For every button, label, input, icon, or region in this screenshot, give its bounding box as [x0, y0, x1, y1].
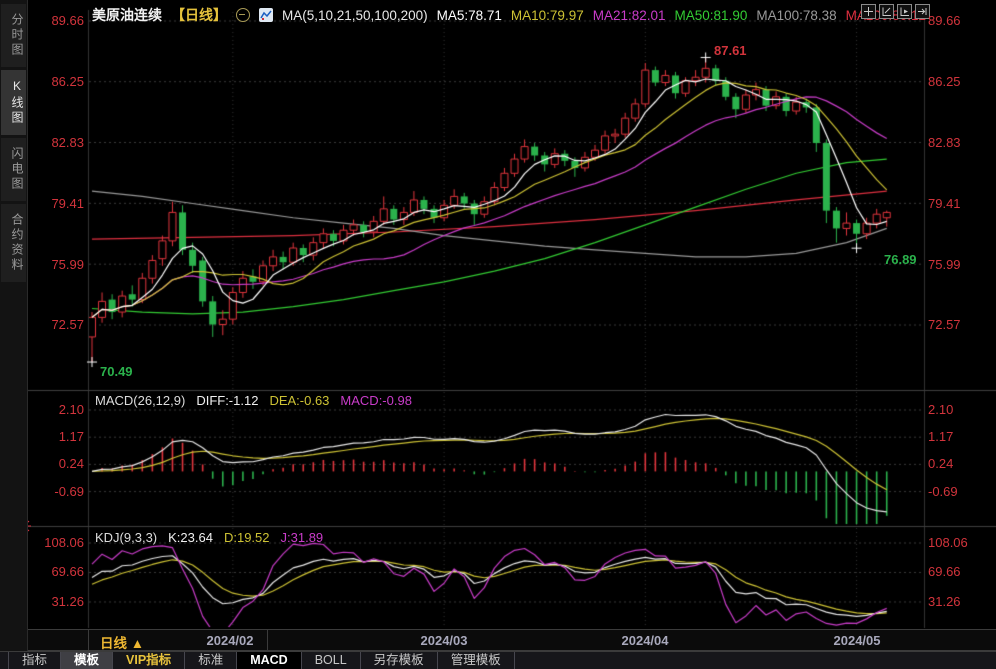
macd-axis-label: -0.69: [54, 484, 84, 499]
macd-value: MACD:-0.98: [340, 393, 412, 408]
tab-macd[interactable]: MACD: [237, 652, 302, 669]
price-axis-label: 75.99: [928, 257, 961, 272]
period-selector-label: 日线: [100, 636, 127, 651]
kdj-d-value: D:19.52: [223, 530, 270, 545]
macd-legend: MACD(26,12,9) DIFF:-1.12 DEA:-0.63 MACD:…: [95, 393, 412, 408]
ma-settings-label: MA(5,10,21,50,100,200): [282, 7, 428, 23]
price-axis-label: 72.57: [51, 317, 84, 332]
macd-axis-label: 2.10: [928, 402, 954, 417]
tab-boll[interactable]: BOLL: [302, 652, 361, 669]
low-price-label: 70.49: [100, 364, 133, 379]
kdj-axis-label: 69.66: [51, 564, 84, 579]
chart-toolbar: [861, 4, 930, 19]
tab-vip-indicators[interactable]: VIP指标: [113, 652, 186, 669]
chart-type-icon[interactable]: [259, 8, 273, 22]
macd-axis-label: 2.10: [58, 402, 84, 417]
price-axis-label: 82.83: [51, 135, 84, 150]
ma50-value: MA50:81.90: [674, 7, 748, 23]
tab-standard[interactable]: 标准: [185, 652, 238, 669]
symbol-name: 美原油连续: [92, 7, 162, 23]
macd-dea-value: DEA:-0.63: [269, 393, 330, 408]
period-tag: 【日线】: [171, 7, 227, 23]
axis-separator: [88, 630, 89, 650]
sidebar-item-lightning[interactable]: 闪电图: [1, 138, 26, 201]
price-axis-label: 75.99: [51, 257, 84, 272]
kline-chart-canvas[interactable]: [0, 0, 996, 669]
kdj-axis-label: 69.66: [928, 564, 961, 579]
kdj-axis-label: 31.26: [51, 594, 84, 609]
price-axis-label: 86.25: [51, 74, 84, 89]
collapse-icon[interactable]: [236, 8, 250, 22]
tab-indicators[interactable]: 指标: [8, 652, 62, 669]
price-axis-label: 72.57: [928, 317, 961, 332]
triangle-up-icon: ▲: [130, 636, 145, 651]
axis-separator: [267, 630, 268, 650]
kdj-axis-label: 108.06: [44, 535, 84, 550]
futures-charting-app: 分时图 K线图 闪电图 合约资料 美原油连续 【日线】 MA(5,10,21,5…: [0, 0, 996, 669]
ma10-value: MA10:79.97: [510, 7, 584, 23]
sidebar-item-contract-info[interactable]: 合约资料: [1, 204, 26, 282]
price-axis-label: 86.25: [928, 74, 961, 89]
macd-axis-label: 1.17: [928, 429, 954, 444]
chart-header: 美原油连续 【日线】 MA(5,10,21,50,100,200) MA5:78…: [92, 5, 926, 25]
price-axis-label: 79.41: [51, 196, 84, 211]
price-axis-label: 89.66: [928, 13, 961, 28]
chart-mode-sidebar: 分时图 K线图 闪电图 合约资料: [0, 0, 28, 651]
month-tick-label: 2024/02: [206, 633, 254, 648]
time-axis-strip: 日线 ▲ 2024/02 2024/03 2024/04 2024/05: [28, 629, 996, 651]
tab-save-template[interactable]: 另存模板: [361, 652, 438, 669]
price-axis-label: 89.66: [51, 13, 84, 28]
period-selector[interactable]: 日线 ▲: [100, 632, 144, 652]
tab-templates[interactable]: 模板: [61, 652, 114, 669]
ma21-value: MA21:82.01: [592, 7, 666, 23]
sidebar-item-timeshare[interactable]: 分时图: [1, 4, 26, 67]
kdj-legend: KDJ(9,3,3) K:23.64 D:19.52 J:31.89: [95, 530, 323, 545]
axis-scale-icon[interactable]: [879, 4, 894, 19]
kdj-j-value: J:31.89: [280, 530, 324, 545]
month-tick-label: 2024/03: [420, 633, 468, 648]
ma5-value: MA5:78.71: [436, 7, 502, 23]
kdj-axis-label: 108.06: [928, 535, 968, 550]
price-axis-label: 79.41: [928, 196, 961, 211]
macd-axis-label: 1.17: [58, 429, 84, 444]
kdj-title: KDJ(9,3,3): [95, 530, 158, 545]
macd-axis-label: -0.69: [928, 484, 958, 499]
indicator-tab-bar: 指标 模板 VIP指标 标准 MACD BOLL 另存模板 管理模板: [0, 651, 996, 669]
macd-title: MACD(26,12,9): [95, 393, 186, 408]
playback-icon[interactable]: [897, 4, 912, 19]
price-axis-label: 82.83: [928, 135, 961, 150]
sidebar-item-kline[interactable]: K线图: [1, 70, 26, 135]
kdj-axis-label: 31.26: [928, 594, 961, 609]
tab-manage-templates[interactable]: 管理模板: [438, 652, 515, 669]
recent-low-price-label: 76.89: [884, 252, 917, 267]
month-tick-label: 2024/04: [621, 633, 669, 648]
macd-axis-label: 0.24: [58, 456, 84, 471]
macd-axis-label: 0.24: [928, 456, 954, 471]
macd-diff-value: DIFF:-1.12: [196, 393, 259, 408]
month-tick-label: 2024/05: [833, 633, 881, 648]
high-price-label: 87.61: [714, 43, 747, 58]
ma100-value: MA100:78.38: [756, 7, 837, 23]
crosshair-icon[interactable]: [861, 4, 876, 19]
kdj-k-value: K:23.64: [168, 530, 213, 545]
